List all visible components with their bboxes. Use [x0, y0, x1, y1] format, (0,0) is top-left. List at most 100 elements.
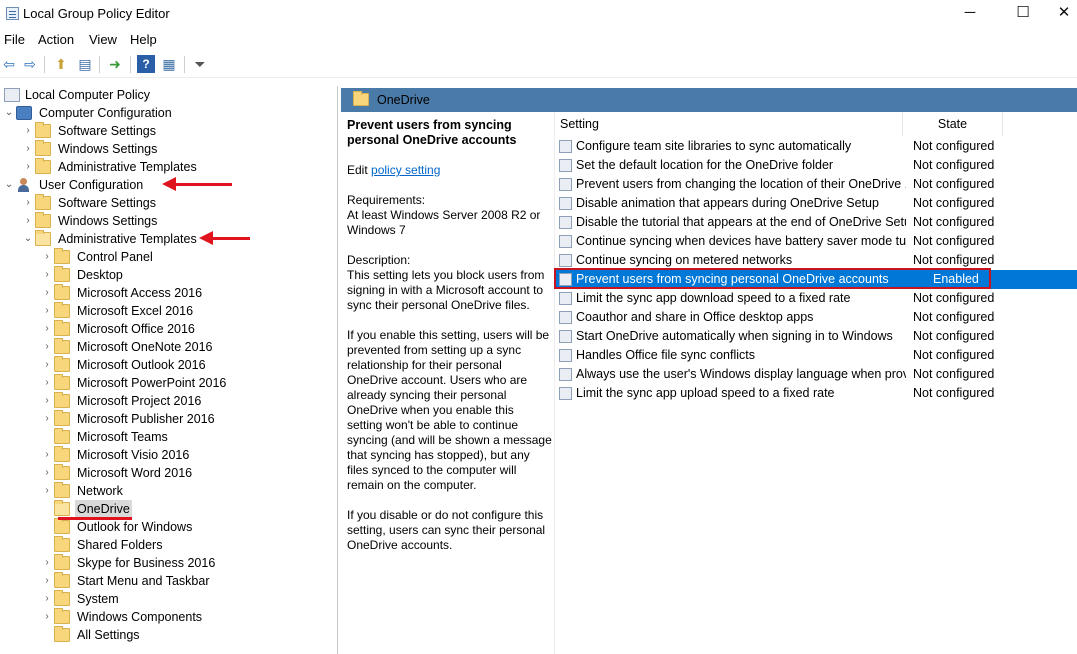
menu-help[interactable]: Help	[130, 32, 157, 47]
tree-item-label: Microsoft Teams	[77, 430, 168, 444]
chevron-right-icon[interactable]: ›	[42, 464, 52, 482]
tree-item-label: Computer Configuration	[39, 106, 172, 120]
setting-row[interactable]: Limit the sync app upload speed to a fix…	[555, 384, 1077, 403]
chevron-right-icon[interactable]: ›	[23, 212, 33, 230]
folder-icon	[54, 266, 70, 282]
tree-item-label: Microsoft Project 2016	[77, 394, 202, 408]
edit-policy-setting-link[interactable]: policy setting	[371, 163, 440, 177]
chevron-down-icon[interactable]: ⌄	[4, 176, 14, 194]
chevron-right-icon[interactable]: ›	[42, 410, 52, 428]
folder-icon	[54, 428, 70, 444]
chevron-right-icon[interactable]: ›	[42, 374, 52, 392]
chevron-right-icon[interactable]: ›	[23, 194, 33, 212]
menu-file[interactable]: File	[4, 32, 25, 47]
tree-item-label: Start Menu and Taskbar	[77, 574, 210, 588]
folder-icon	[35, 194, 51, 210]
setting-state: Not configured	[913, 348, 995, 362]
setting-name: Continue syncing when devices have batte…	[576, 234, 906, 248]
policy-setting-icon	[559, 349, 572, 362]
policy-setting-icon	[559, 178, 572, 191]
folder-icon	[35, 158, 51, 174]
tree-item-label: System	[77, 592, 119, 606]
setting-name: Continue syncing on metered networks	[576, 253, 793, 267]
chevron-down-icon[interactable]: ⌄	[4, 104, 14, 122]
column-header-setting[interactable]: Setting	[555, 112, 903, 136]
minimize-button[interactable]: ─	[947, 0, 993, 28]
tree-item-label: Software Settings	[58, 124, 156, 138]
back-icon[interactable]: ⇦	[0, 55, 18, 73]
show-hide-tree-icon[interactable]: ▤	[76, 55, 94, 73]
chevron-right-icon	[42, 518, 52, 536]
setting-row[interactable]: Start OneDrive automatically when signin…	[555, 327, 1077, 346]
chevron-down-icon[interactable]: ⌄	[23, 230, 33, 248]
chevron-right-icon[interactable]: ›	[42, 572, 52, 590]
chevron-right-icon[interactable]: ›	[42, 266, 52, 284]
chevron-right-icon[interactable]: ›	[42, 590, 52, 608]
tree-item-label: Desktop	[77, 268, 123, 282]
requirements-block: Requirements: At least Windows Server 200…	[347, 193, 552, 238]
forward-icon[interactable]: ⇨	[21, 55, 39, 73]
tree-item-label: Microsoft PowerPoint 2016	[77, 376, 227, 390]
chevron-right-icon[interactable]: ›	[42, 320, 52, 338]
policy-setting-icon	[559, 235, 572, 248]
chevron-right-icon[interactable]: ›	[23, 122, 33, 140]
chevron-right-icon[interactable]: ›	[42, 248, 52, 266]
requirements-label: Requirements:	[347, 193, 426, 207]
setting-row[interactable]: Disable the tutorial that appears at the…	[555, 213, 1077, 232]
tree-item-label: Microsoft Outlook 2016	[77, 358, 206, 372]
setting-row[interactable]: Continue syncing when devices have batte…	[555, 232, 1077, 251]
tree-item-label: OneDrive	[75, 500, 132, 518]
setting-state: Not configured	[913, 177, 995, 191]
tree-item-label: Microsoft Access 2016	[77, 286, 203, 300]
tree-item-label: Administrative Templates	[58, 160, 197, 174]
description-text: This setting lets you block users from s…	[347, 268, 545, 312]
description-title: Prevent users from syncing personal OneD…	[347, 118, 517, 147]
setting-row[interactable]: Prevent users from changing the location…	[555, 175, 1077, 194]
chevron-right-icon[interactable]: ›	[42, 482, 52, 500]
close-button[interactable]: ✕	[1041, 0, 1077, 28]
chevron-right-icon[interactable]: ›	[42, 302, 52, 320]
setting-name: Start OneDrive automatically when signin…	[576, 329, 893, 343]
setting-row[interactable]: Always use the user's Windows display la…	[555, 365, 1077, 384]
tree-item-label: Software Settings	[58, 196, 156, 210]
tree-item-label: Microsoft Visio 2016	[77, 448, 190, 462]
chevron-right-icon[interactable]: ›	[42, 392, 52, 410]
chevron-right-icon[interactable]: ›	[23, 140, 33, 158]
folder-icon	[54, 392, 70, 408]
chevron-right-icon	[42, 428, 52, 446]
policy-setting-icon	[559, 216, 572, 229]
setting-row[interactable]: Limit the sync app download speed to a f…	[555, 289, 1077, 308]
up-folder-icon[interactable]: ⬆	[52, 55, 70, 73]
folder-icon	[35, 212, 51, 228]
folder-icon	[54, 338, 70, 354]
setting-row[interactable]: Configure team site libraries to sync au…	[555, 137, 1077, 156]
setting-row[interactable]: Set the default location for the OneDriv…	[555, 156, 1077, 175]
maximize-button[interactable]: ☐	[1000, 0, 1046, 28]
setting-row[interactable]: Coauthor and share in Office desktop app…	[555, 308, 1077, 327]
chevron-right-icon	[42, 536, 52, 554]
folder-icon	[54, 410, 70, 426]
export-list-icon[interactable]: ➜	[106, 55, 124, 73]
computer-icon	[16, 106, 32, 120]
toolbar-separator	[184, 56, 185, 73]
properties-icon[interactable]: ▦	[160, 55, 178, 73]
folder-icon	[35, 122, 51, 138]
setting-row[interactable]: Disable animation that appears during On…	[555, 194, 1077, 213]
column-header-state[interactable]: State	[903, 112, 1003, 136]
filter-icon[interactable]: ⏷	[191, 55, 209, 73]
menu-view[interactable]: View	[89, 32, 117, 47]
tree-item-label: All Settings	[77, 628, 140, 642]
folder-icon	[54, 464, 70, 480]
chevron-right-icon[interactable]: ›	[42, 284, 52, 302]
chevron-right-icon[interactable]: ›	[23, 158, 33, 176]
chevron-right-icon[interactable]: ›	[42, 554, 52, 572]
menu-action[interactable]: Action	[38, 32, 74, 47]
requirements-text: At least Windows Server 2008 R2 or Windo…	[347, 208, 541, 237]
chevron-right-icon[interactable]: ›	[42, 446, 52, 464]
chevron-right-icon[interactable]: ›	[42, 608, 52, 626]
chevron-right-icon[interactable]: ›	[42, 338, 52, 356]
setting-row[interactable]: Handles Office file sync conflicts Not co…	[555, 346, 1077, 365]
folder-icon	[35, 140, 51, 156]
help-icon[interactable]: ?	[137, 55, 155, 73]
chevron-right-icon[interactable]: ›	[42, 356, 52, 374]
